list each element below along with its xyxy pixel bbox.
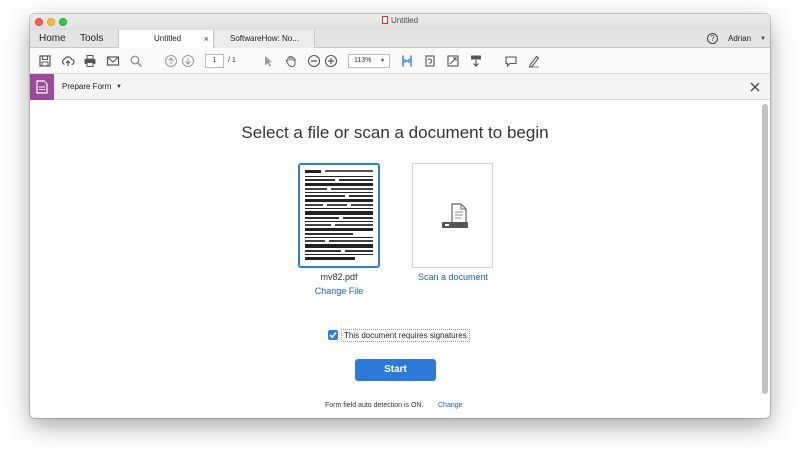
prepare-form-menu[interactable]: Prepare Form: [62, 74, 111, 100]
document-tab-label: SoftwareHow: No...: [230, 34, 299, 43]
vertical-scrollbar[interactable]: [762, 104, 768, 394]
page-number-input[interactable]: 1: [205, 54, 224, 68]
change-file-link[interactable]: Change File: [288, 286, 390, 296]
zoom-level-value: 113%: [354, 57, 372, 64]
page-total: / 1: [228, 57, 236, 64]
next-page-icon[interactable]: [181, 54, 195, 68]
main-toolbar: 1 / 1 113% ▼: [30, 48, 770, 74]
pdf-form-preview-icon: [303, 168, 375, 263]
requires-signatures-label[interactable]: This document requires signatures: [341, 329, 470, 342]
document-tab-label: Untitled: [154, 34, 182, 43]
requires-signatures-checkbox[interactable]: [328, 330, 338, 340]
email-icon[interactable]: [106, 54, 120, 68]
save-icon[interactable]: [38, 54, 52, 68]
chevron-down-icon: ▼: [380, 58, 385, 64]
zoom-level-select[interactable]: 113% ▼: [348, 54, 390, 68]
checkmark-icon: [329, 332, 337, 339]
selected-file-name: mv82.pdf: [320, 272, 358, 282]
prepare-form-tool-icon: [30, 74, 54, 100]
document-tab-softwarehow[interactable]: SoftwareHow: No...: [215, 30, 315, 48]
selected-file-thumbnail[interactable]: [298, 163, 380, 268]
tab-bar: Home Tools Untitled × SoftwareHow: No...…: [30, 30, 770, 49]
scroll-mode-icon[interactable]: [469, 54, 483, 68]
search-icon[interactable]: [129, 54, 143, 68]
tab-tools[interactable]: Tools: [80, 30, 103, 48]
page-title: Select a file or scan a document to begi…: [241, 123, 549, 142]
auto-detection-status: Form field auto detection is ON.: [325, 402, 424, 409]
window-title: Untitled: [30, 16, 770, 25]
hand-tool-icon[interactable]: [284, 54, 298, 68]
full-screen-icon[interactable]: [446, 54, 460, 68]
print-icon[interactable]: [83, 54, 97, 68]
fit-page-icon[interactable]: [400, 54, 414, 68]
document-tab-untitled[interactable]: Untitled ×: [118, 30, 214, 49]
chevron-down-icon[interactable]: ▼: [116, 74, 122, 100]
zoom-in-icon[interactable]: [324, 54, 338, 68]
previous-page-icon[interactable]: [164, 54, 178, 68]
acrobat-window: Untitled Home Tools Untitled × SoftwareH…: [30, 14, 770, 418]
highlight-pen-icon[interactable]: [527, 54, 541, 68]
rotate-view-icon[interactable]: [423, 54, 437, 68]
prepare-form-panel: Select a file or scan a document to begi…: [30, 100, 770, 418]
help-icon[interactable]: ?: [707, 33, 718, 44]
zoom-out-icon[interactable]: [307, 54, 321, 68]
close-tab-icon[interactable]: ×: [204, 30, 209, 48]
tab-home[interactable]: Home: [39, 30, 66, 48]
title-bar: Untitled: [30, 14, 770, 30]
start-button[interactable]: Start: [355, 359, 436, 381]
select-cursor-icon[interactable]: [261, 54, 275, 68]
scanner-icon: [440, 202, 470, 237]
chevron-down-icon[interactable]: ▼: [760, 30, 766, 48]
prepare-form-bar: Prepare Form ▼: [30, 74, 770, 100]
user-menu[interactable]: Adrian: [728, 30, 751, 48]
scan-document-link[interactable]: Scan a document: [402, 272, 504, 282]
close-icon[interactable]: [748, 80, 762, 94]
pdf-document-icon: [381, 16, 388, 24]
comment-icon[interactable]: [504, 54, 518, 68]
scan-document-card[interactable]: [412, 163, 493, 268]
auto-detection-change-link[interactable]: Change: [438, 402, 463, 409]
upload-cloud-icon[interactable]: [61, 54, 75, 68]
